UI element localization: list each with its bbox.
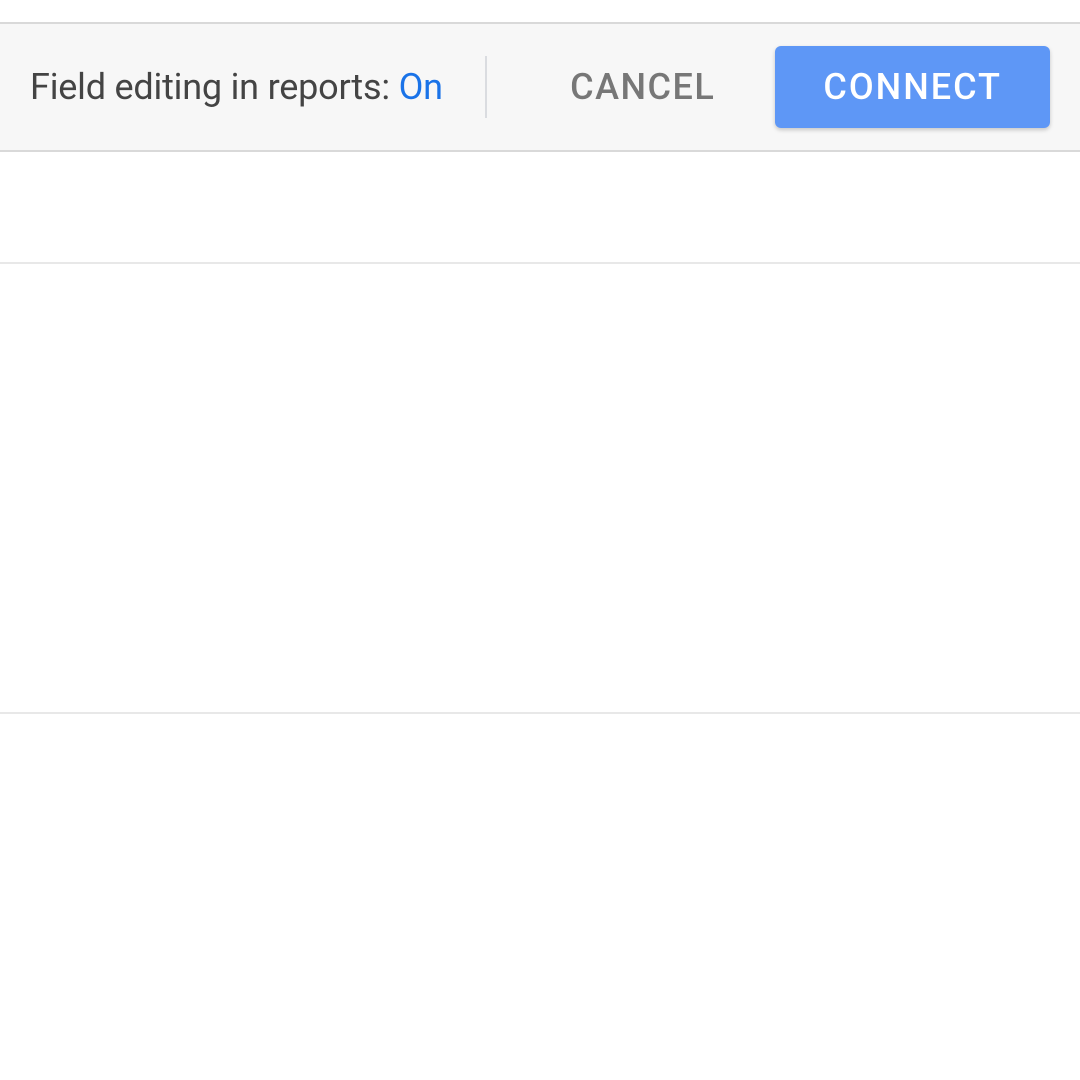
field-editing-label: Field editing in reports: xyxy=(30,66,399,108)
header-bar: Field editing in reports: On CANCEL CONN… xyxy=(0,22,1080,152)
section-gap xyxy=(0,152,1080,264)
middle-section xyxy=(0,264,1080,714)
header-actions: CANCEL CONNECT xyxy=(570,46,1050,128)
vertical-divider xyxy=(485,56,487,118)
field-editing-status: On xyxy=(399,66,443,108)
cancel-button[interactable]: CANCEL xyxy=(570,66,715,108)
connect-button[interactable]: CONNECT xyxy=(775,46,1050,128)
top-strip xyxy=(0,0,1080,22)
field-editing-toggle[interactable]: Field editing in reports: On xyxy=(30,66,443,108)
